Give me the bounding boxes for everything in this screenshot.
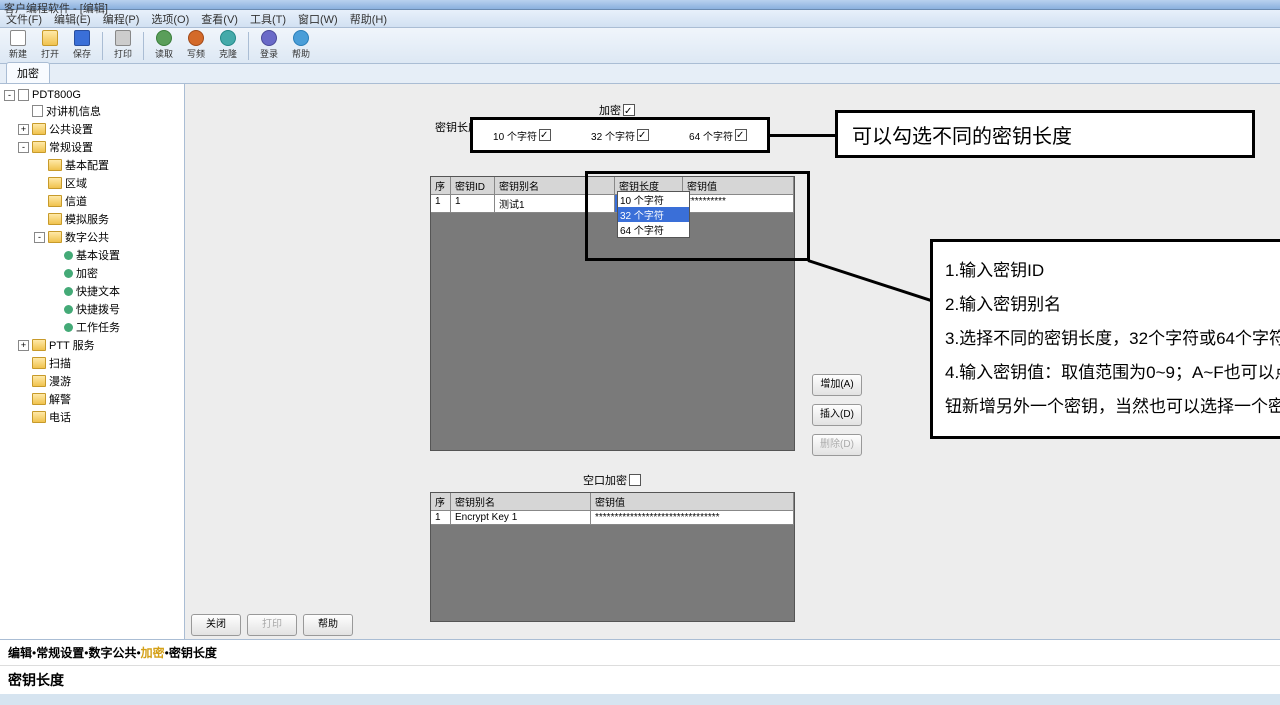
annotation-top: 可以勾选不同的密钥长度 bbox=[835, 110, 1255, 158]
menu-program[interactable]: 编程(P) bbox=[103, 11, 140, 27]
tb-clone[interactable]: 克隆 bbox=[214, 30, 242, 62]
menu-options[interactable]: 选项(O) bbox=[151, 11, 189, 27]
title-bar: 客户编程软件 - [编辑] bbox=[0, 0, 1280, 10]
tree-item[interactable]: 工作任务 bbox=[0, 318, 184, 336]
tree-item[interactable]: 基本设置 bbox=[0, 246, 184, 264]
menu-bar: 文件(F) 编辑(E) 编程(P) 选项(O) 查看(V) 工具(T) 窗口(W… bbox=[0, 10, 1280, 28]
tree-item[interactable]: 对讲机信息 bbox=[0, 102, 184, 120]
tree-item[interactable]: 区域 bbox=[0, 174, 184, 192]
folder-icon bbox=[48, 159, 62, 171]
tree-item[interactable]: 加密 bbox=[0, 264, 184, 282]
tree-item[interactable]: 模拟服务 bbox=[0, 210, 184, 228]
print-button[interactable]: 打印 bbox=[247, 614, 297, 636]
tb-help[interactable]: 帮助 bbox=[287, 30, 315, 62]
key-table-header: 序 密钥ID 密钥别名 密钥长度 密钥值 bbox=[431, 177, 794, 195]
folder-icon bbox=[32, 141, 46, 153]
tab-encrypt[interactable]: 加密 bbox=[6, 62, 50, 83]
delete-button[interactable]: 删除(D) bbox=[812, 434, 862, 456]
opt-32-checkbox[interactable] bbox=[637, 129, 649, 141]
tree-item[interactable]: 快捷拨号 bbox=[0, 300, 184, 318]
opt-64-checkbox[interactable] bbox=[735, 129, 747, 141]
key-length-options: 10 个字符 32 个字符 64 个字符 bbox=[470, 117, 770, 153]
tb-print[interactable]: 打印 bbox=[109, 30, 137, 62]
folder-icon bbox=[32, 123, 46, 135]
dd-item-32[interactable]: 32 个字符 bbox=[618, 207, 689, 222]
tree-item[interactable]: -数字公共 bbox=[0, 228, 184, 246]
tree-item[interactable]: 解警 bbox=[0, 390, 184, 408]
tree-item[interactable]: +PTT 服务 bbox=[0, 336, 184, 354]
encrypt-checkbox[interactable] bbox=[623, 104, 635, 116]
opt-10-checkbox[interactable] bbox=[539, 129, 551, 141]
tree-item[interactable]: 漫游 bbox=[0, 372, 184, 390]
close-button[interactable]: 关闭 bbox=[191, 614, 241, 636]
folder-icon bbox=[32, 339, 46, 351]
folder-icon bbox=[48, 231, 62, 243]
main-panel: 加密 密钥长度 10 个字符 32 个字符 64 个字符 可以勾选不同的密钥长度… bbox=[185, 84, 1280, 639]
help-button[interactable]: 帮助 bbox=[303, 614, 353, 636]
encrypt-label: 加密 bbox=[599, 102, 621, 118]
add-button[interactable]: 增加(A) bbox=[812, 374, 862, 396]
tree-root[interactable]: -PDT800G bbox=[0, 88, 184, 102]
menu-window[interactable]: 窗口(W) bbox=[298, 11, 338, 27]
breadcrumb: 编辑•常规设置•数字公共•加密•密钥长度 bbox=[0, 639, 1280, 665]
insert-button[interactable]: 插入(D) bbox=[812, 404, 862, 426]
tb-read[interactable]: 读取 bbox=[150, 30, 178, 62]
tree-item[interactable]: 扫描 bbox=[0, 354, 184, 372]
tb-write[interactable]: 写频 bbox=[182, 30, 210, 62]
folder-icon bbox=[48, 177, 62, 189]
folder-icon bbox=[32, 375, 46, 387]
annotation-connector bbox=[770, 134, 835, 137]
menu-file[interactable]: 文件(F) bbox=[6, 11, 42, 27]
tree-item[interactable]: 基本配置 bbox=[0, 156, 184, 174]
tree-item[interactable]: +公共设置 bbox=[0, 120, 184, 138]
tab-strip: 加密 bbox=[0, 64, 1280, 84]
status-label: 密钥长度 bbox=[0, 665, 1280, 694]
tree-item[interactable]: 信道 bbox=[0, 192, 184, 210]
folder-icon bbox=[48, 213, 62, 225]
key-length-dropdown[interactable]: 10 个字符 32 个字符 64 个字符 bbox=[617, 191, 690, 238]
air-encrypt-label: 空口加密 bbox=[583, 472, 627, 488]
tb-save[interactable]: 保存 bbox=[68, 30, 96, 62]
folder-icon bbox=[48, 195, 62, 207]
tree-item[interactable]: -常规设置 bbox=[0, 138, 184, 156]
node-icon bbox=[64, 251, 73, 260]
node-icon bbox=[64, 287, 73, 296]
annotation-connector bbox=[808, 259, 933, 302]
opt-32-label: 32 个字符 bbox=[591, 128, 635, 143]
tree-item[interactable]: 电话 bbox=[0, 408, 184, 426]
air-table-header: 序 密钥别名 密钥值 bbox=[431, 493, 794, 511]
key-table: 序 密钥ID 密钥别名 密钥长度 密钥值 1 1 测试1 10 个字符 ▾ **… bbox=[430, 176, 795, 451]
doc-icon bbox=[32, 105, 43, 117]
dd-item-64[interactable]: 64 个字符 bbox=[618, 222, 689, 237]
tb-login[interactable]: 登录 bbox=[255, 30, 283, 62]
tb-open[interactable]: 打开 bbox=[36, 30, 64, 62]
sidebar-tree: -PDT800G 对讲机信息+公共设置-常规设置基本配置区域信道模拟服务-数字公… bbox=[0, 84, 185, 639]
doc-icon bbox=[18, 89, 29, 101]
menu-help[interactable]: 帮助(H) bbox=[350, 11, 387, 27]
tree-item[interactable]: 快捷文本 bbox=[0, 282, 184, 300]
toolbar: 新建 打开 保存 打印 读取 写频 克隆 登录 帮助 bbox=[0, 28, 1280, 64]
node-icon bbox=[64, 305, 73, 314]
opt-64-label: 64 个字符 bbox=[689, 128, 733, 143]
dd-item-10[interactable]: 10 个字符 bbox=[618, 192, 689, 207]
folder-icon bbox=[32, 411, 46, 423]
table-row[interactable]: 1 1 测试1 10 个字符 ▾ ********** bbox=[431, 195, 794, 213]
folder-icon bbox=[32, 357, 46, 369]
menu-edit[interactable]: 编辑(E) bbox=[54, 11, 91, 27]
folder-icon bbox=[32, 393, 46, 405]
menu-view[interactable]: 查看(V) bbox=[201, 11, 238, 27]
air-encrypt-checkbox[interactable] bbox=[629, 474, 641, 486]
node-icon bbox=[64, 323, 73, 332]
air-key-table: 序 密钥别名 密钥值 1 Encrypt Key 1 *************… bbox=[430, 492, 795, 622]
tb-new[interactable]: 新建 bbox=[4, 30, 32, 62]
table-row[interactable]: 1 Encrypt Key 1 ************************… bbox=[431, 511, 794, 525]
menu-tools[interactable]: 工具(T) bbox=[250, 11, 286, 27]
opt-10-label: 10 个字符 bbox=[493, 128, 537, 143]
annotation-main: 1.输入密钥ID 2.输入密钥别名 3.选择不同的密钥长度，32个字符或64个字… bbox=[930, 239, 1280, 439]
node-icon bbox=[64, 269, 73, 278]
